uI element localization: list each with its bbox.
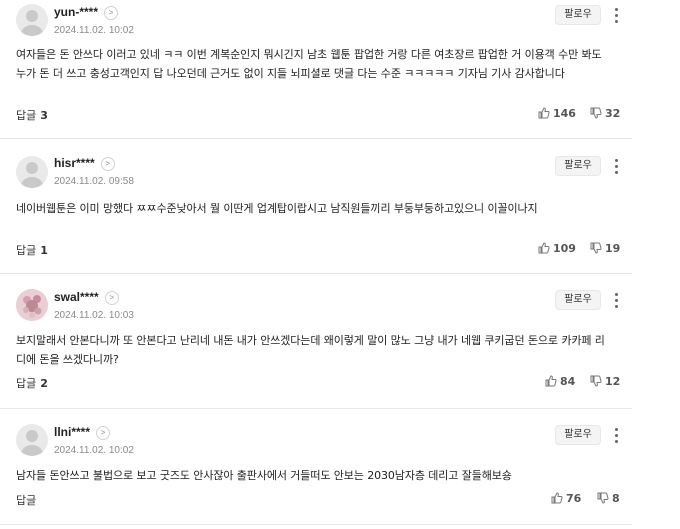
more-options-icon[interactable] — [612, 428, 620, 444]
thumbs-down-icon — [597, 492, 609, 504]
comment-username[interactable]: swal**** > — [54, 290, 119, 305]
dislike-button[interactable]: 19 — [590, 242, 620, 256]
comment-item: yun-**** > 2024.11.02. 10:02 팔로우 여자들은 돈 안… — [0, 0, 632, 139]
chevron-right-icon[interactable]: > — [104, 6, 119, 20]
dislike-button[interactable]: 8 — [597, 492, 620, 506]
comment-username[interactable]: yun-**** > — [54, 5, 119, 20]
follow-button[interactable]: 팔로우 — [555, 425, 601, 445]
chevron-right-icon[interactable]: > — [96, 426, 111, 440]
avatar[interactable] — [16, 4, 48, 36]
follow-button[interactable]: 팔로우 — [555, 290, 601, 310]
thumbs-up-icon — [538, 107, 550, 119]
thumbs-up-icon — [551, 492, 563, 504]
more-options-icon[interactable] — [612, 159, 620, 175]
comment-item: llni**** > 2024.11.02. 10:02 팔로우 남자들 돈안쓰고… — [0, 408, 632, 525]
reply-button[interactable]: 답글 — [16, 492, 40, 508]
comment-item: swal**** > 2024.11.02. 10:03 팔로우 보지말래서 안본… — [0, 273, 632, 409]
chevron-right-icon[interactable]: > — [100, 157, 115, 171]
comment-username[interactable]: llni**** > — [54, 425, 111, 440]
thumbs-down-icon — [590, 242, 602, 254]
dislike-button[interactable]: 12 — [590, 375, 620, 389]
follow-button[interactable]: 팔로우 — [555, 5, 601, 25]
like-button[interactable]: 146 — [538, 107, 576, 121]
profile-photo — [16, 289, 48, 321]
thumbs-down-icon — [590, 107, 602, 119]
like-button[interactable]: 84 — [545, 375, 575, 389]
avatar[interactable] — [16, 424, 48, 456]
comment-item: hisr**** > 2024.11.02. 09:58 팔로우 네이버웹툰은 이… — [0, 138, 632, 274]
comment-text: 네이버웹툰은 이미 망했다 ㅉㅉ수준낮아서 뭘 이딴게 업계탑이랍시고 남직원들… — [16, 202, 538, 215]
reply-button[interactable]: 답글 1 — [16, 242, 48, 258]
avatar[interactable] — [16, 289, 48, 321]
more-options-icon[interactable] — [612, 293, 620, 309]
comment-date: 2024.11.02. 10:02 — [54, 445, 134, 456]
thumbs-up-icon — [538, 242, 550, 254]
comment-date: 2024.11.02. 09:58 — [54, 176, 134, 187]
comment-list: yun-**** > 2024.11.02. 10:02 팔로우 여자들은 돈 안… — [0, 0, 632, 529]
comment-date: 2024.11.02. 10:02 — [54, 25, 134, 36]
comment-date: 2024.11.02. 10:03 — [54, 310, 134, 321]
reply-button[interactable]: 답글 2 — [16, 375, 48, 391]
comment-username[interactable]: hisr**** > — [54, 156, 115, 171]
dislike-button[interactable]: 32 — [590, 107, 620, 121]
comment-text: 여자들은 돈 안쓰다 이러고 있네 ㅋㅋ 이번 계복순인지 뭐시긴지 남초 웹툰… — [16, 48, 602, 80]
thumbs-up-icon — [545, 375, 557, 387]
like-button[interactable]: 109 — [538, 242, 576, 256]
avatar[interactable] — [16, 156, 48, 188]
follow-button[interactable]: 팔로우 — [555, 156, 601, 176]
comment-text: 보지말래서 안본다니까 또 안본다고 난리네 내돈 내가 안쓰겠다는데 왜이렇게… — [16, 334, 605, 366]
chevron-right-icon[interactable]: > — [104, 291, 119, 305]
more-options-icon[interactable] — [612, 8, 620, 24]
thumbs-down-icon — [590, 375, 602, 387]
like-button[interactable]: 76 — [551, 492, 581, 506]
comment-text: 남자들 돈안쓰고 불법으로 보고 굿즈도 안사잖아 출판사에서 거들떠도 안보는… — [16, 469, 512, 482]
reply-button[interactable]: 답글 3 — [16, 107, 48, 123]
